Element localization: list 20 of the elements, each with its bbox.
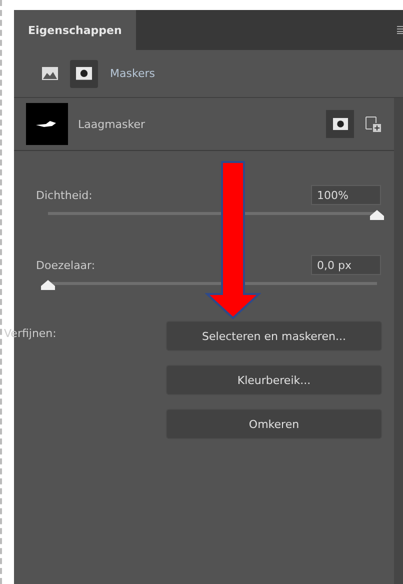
- action-button[interactable]: Kleurbereik...: [166, 365, 382, 395]
- value-field[interactable]: 100%: [311, 185, 381, 205]
- slider-label: Doezelaar:: [36, 258, 96, 272]
- mask-icon: [332, 118, 348, 130]
- section-title: Maskers: [110, 67, 155, 80]
- pixel-mask-button[interactable]: [326, 110, 354, 138]
- action-button[interactable]: Omkeren: [166, 409, 382, 439]
- slider-thumb[interactable]: [41, 280, 55, 290]
- mask-icon: [76, 67, 92, 80]
- menu-icon[interactable]: [397, 26, 403, 34]
- mask-thumbnail: [26, 103, 68, 145]
- mode-button[interactable]: [70, 60, 98, 88]
- vector-mask-icon[interactable]: [364, 115, 382, 133]
- slider-thumb[interactable]: [370, 210, 384, 220]
- image-icon: [42, 67, 58, 80]
- layer-name: Laagmasker: [78, 118, 146, 130]
- slider-label: Dichtheid:: [36, 188, 92, 202]
- value-field[interactable]: 0,0 px: [311, 255, 381, 275]
- action-button[interactable]: Selecteren en maskeren...: [166, 321, 382, 351]
- panel-tab[interactable]: Eigenschappen: [14, 10, 136, 50]
